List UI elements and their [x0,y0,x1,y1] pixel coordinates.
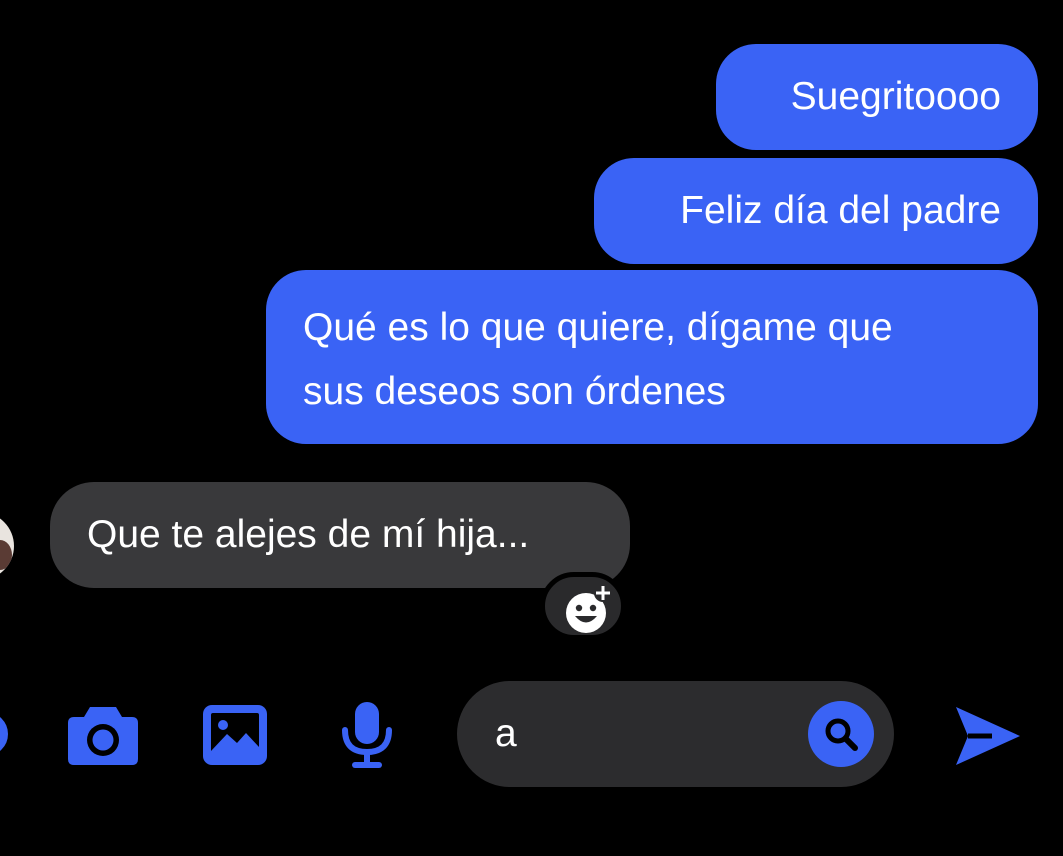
message-text: Que te alejes de mí hija... [87,513,530,556]
message-composer[interactable] [457,681,894,787]
add-reaction-icon [566,584,612,633]
send-icon[interactable] [952,703,1024,769]
message-text: Suegritoooo [790,75,1001,118]
message-bubble-outgoing[interactable]: Qué es lo que quiere, dígame que sus des… [266,270,1038,444]
message-text-line: Qué es lo que quiere, dígame que [303,306,893,349]
partial-left-icon[interactable] [0,712,8,756]
message-text-line: sus deseos son órdenes [303,370,726,413]
message-bubble-outgoing[interactable]: Suegritoooo [716,44,1038,150]
message-input[interactable] [495,707,795,761]
camera-icon[interactable] [66,701,140,767]
message-bubble-outgoing[interactable]: Feliz día del padre [594,158,1038,264]
contact-avatar[interactable] [0,512,14,580]
message-bubble-incoming[interactable]: Que te alejes de mí hija... [50,482,630,588]
search-icon [825,718,858,751]
add-reaction-button[interactable] [540,572,626,640]
message-text: Feliz día del padre [680,189,1001,232]
composer-search-button[interactable] [808,701,874,767]
image-icon[interactable] [201,703,269,767]
microphone-icon[interactable] [338,700,396,770]
